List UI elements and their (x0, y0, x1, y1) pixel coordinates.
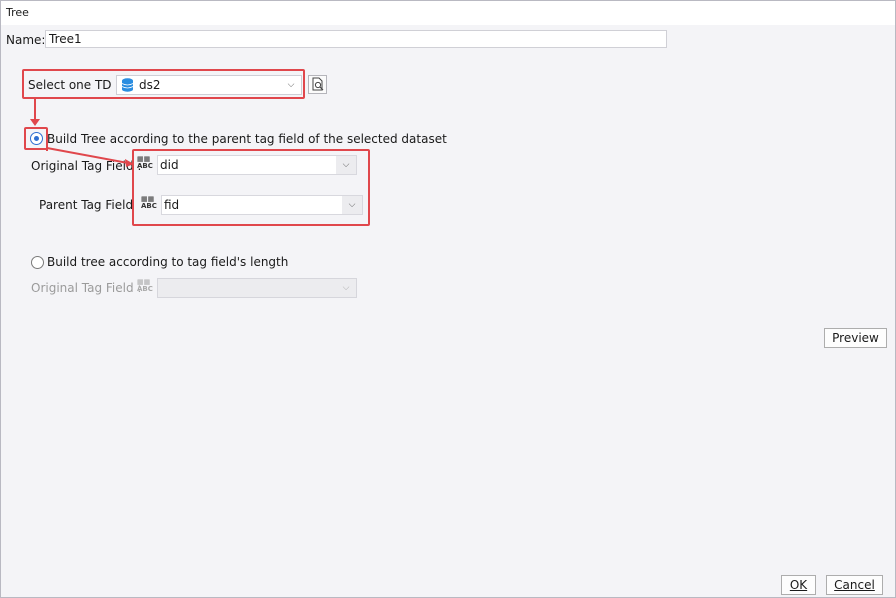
dataset-value: ds2 (139, 78, 161, 92)
original-tag-select[interactable]: did ⌵ (157, 155, 357, 175)
length-original-tag-select[interactable]: ⌵ (157, 278, 357, 298)
ok-label: OK (789, 578, 808, 592)
arrow-dataset-to-radio (34, 99, 36, 121)
name-value: Tree1 (49, 32, 82, 46)
name-label: Name: (6, 33, 46, 47)
dataset-select[interactable]: ds2 ⌵ (116, 75, 302, 95)
option-parent-label: Build Tree according to the parent tag f… (47, 132, 447, 146)
length-original-tag-label: Original Tag Field : (31, 281, 142, 295)
chevron-down-icon[interactable]: ⌵ (336, 156, 356, 174)
dataset-label: Select one TD : (28, 78, 120, 92)
database-icon (121, 78, 134, 92)
radio-field-length[interactable] (31, 256, 44, 269)
parent-tag-label: Parent Tag Field (39, 198, 134, 212)
cancel-button[interactable]: Cancel (826, 575, 883, 595)
abc-field-icon: ▦▦ ABC (141, 195, 157, 210)
preview-dataset-button[interactable] (308, 75, 327, 94)
radio-parent-tag[interactable] (30, 132, 43, 145)
document-search-icon (311, 77, 325, 95)
chevron-down-icon[interactable]: ⌵ (342, 196, 362, 214)
chevron-down-icon[interactable]: ⌵ (336, 279, 356, 297)
abc-field-icon: ▦▦ ABC (137, 155, 153, 170)
ok-button[interactable]: OK (781, 575, 816, 595)
option-length-label: Build tree according to tag field's leng… (47, 255, 289, 269)
abc-field-icon: ▦▦ ABC (137, 278, 153, 293)
window-title: Tree (6, 6, 29, 19)
chevron-down-icon[interactable]: ⌵ (281, 76, 301, 94)
preview-button[interactable]: Preview (824, 328, 887, 348)
arrow-radio-to-fields (46, 147, 134, 167)
arrow-head (30, 119, 40, 126)
parent-tag-select[interactable]: fid ⌵ (161, 195, 363, 215)
tree-dialog: Tree Name: Tree1 Select one TD : ds2 ⌵ B… (0, 0, 896, 598)
parent-tag-value: fid (164, 198, 180, 212)
original-tag-value: did (160, 158, 179, 172)
cancel-label: Cancel (834, 578, 875, 592)
name-input[interactable]: Tree1 (45, 30, 667, 48)
title-bar: Tree (1, 1, 895, 25)
